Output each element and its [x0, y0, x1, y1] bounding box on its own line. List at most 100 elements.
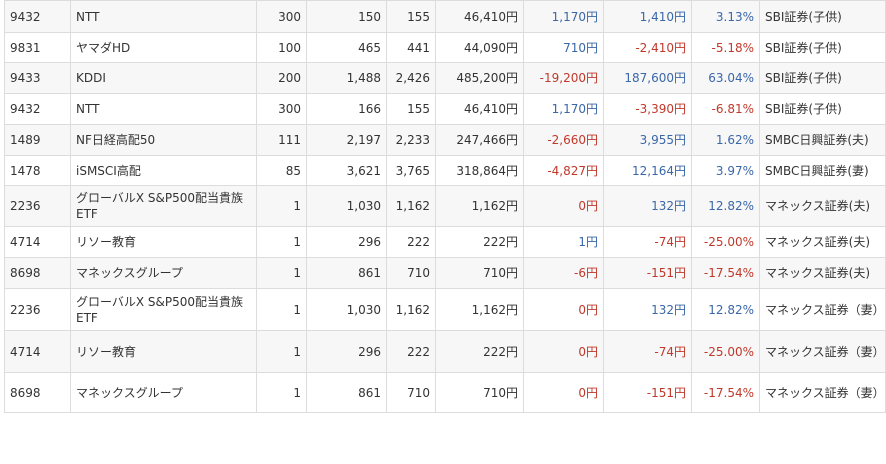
quantity-cell: 300	[256, 0, 307, 33]
profit-loss-rate-cell: -17.54%	[691, 372, 760, 413]
market-value-cell: 1,162円	[435, 288, 524, 331]
table-row: 9432 NTT 300 166 155 46,410円 1,170円 -3,390円 -6.8…	[4, 93, 886, 125]
quantity-cell: 1	[256, 185, 307, 227]
current-price-cell: 1,162	[386, 185, 436, 227]
account-cell: マネックス証券（妻）	[759, 372, 886, 413]
profit-loss-rate-cell: -25.00%	[691, 226, 760, 258]
stock-name-cell: グローバルX S&P500配当貴族ETF	[70, 288, 257, 331]
day-change-cell: 0円	[523, 330, 604, 373]
stock-code-cell: 8698	[4, 257, 71, 289]
day-change-cell: -4,827円	[523, 155, 604, 186]
current-price-cell: 441	[386, 32, 436, 63]
purchase-price-cell: 1,488	[306, 62, 387, 94]
profit-loss-cell: 132円	[603, 185, 692, 227]
day-change-cell: -2,660円	[523, 124, 604, 156]
purchase-price-cell: 166	[306, 93, 387, 125]
purchase-price-cell: 1,030	[306, 185, 387, 227]
table-row: 9432 NTT 300 150 155 46,410円 1,170円 1,410円 3.13%…	[4, 0, 886, 33]
profit-loss-cell: -151円	[603, 372, 692, 413]
profit-loss-rate-cell: -5.18%	[691, 32, 760, 63]
stock-name-cell: KDDI	[70, 62, 257, 94]
current-price-cell: 3,765	[386, 155, 436, 186]
profit-loss-cell: 3,955円	[603, 124, 692, 156]
current-price-cell: 222	[386, 330, 436, 373]
table-row: 4714 リソー教育 1 296 222 222円 0円 -74円 -25.00% マネックス証券…	[4, 330, 886, 373]
account-cell: SBI証券(子供)	[759, 32, 886, 63]
profit-loss-rate-cell: -6.81%	[691, 93, 760, 125]
account-cell: マネックス証券(夫)	[759, 226, 886, 258]
profit-loss-rate-cell: 3.97%	[691, 155, 760, 186]
day-change-cell: -19,200円	[523, 62, 604, 94]
market-value-cell: 46,410円	[435, 0, 524, 33]
market-value-cell: 318,864円	[435, 155, 524, 186]
holdings-table: 9432 NTT 300 150 155 46,410円 1,170円 1,410円 3.13%…	[4, 0, 886, 413]
stock-name-cell: NTT	[70, 0, 257, 33]
profit-loss-rate-cell: 1.62%	[691, 124, 760, 156]
account-cell: SMBC日興証券(夫)	[759, 124, 886, 156]
stock-name-cell: リソー教育	[70, 330, 257, 373]
quantity-cell: 300	[256, 93, 307, 125]
profit-loss-rate-cell: -25.00%	[691, 330, 760, 373]
quantity-cell: 111	[256, 124, 307, 156]
table-row: 9831 ヤマダHD 100 465 441 44,090円 710円 -2,410円 -5.1…	[4, 32, 886, 63]
stock-name-cell: グローバルX S&P500配当貴族ETF	[70, 185, 257, 227]
market-value-cell: 222円	[435, 226, 524, 258]
stock-code-cell: 9432	[4, 93, 71, 125]
day-change-cell: 0円	[523, 288, 604, 331]
day-change-cell: 0円	[523, 372, 604, 413]
day-change-cell: 710円	[523, 32, 604, 63]
table-row: 1478 iSMSCI高配 85 3,621 3,765 318,864円 -4,827円 1…	[4, 155, 886, 186]
profit-loss-rate-cell: -17.54%	[691, 257, 760, 289]
profit-loss-cell: 187,600円	[603, 62, 692, 94]
stock-code-cell: 9433	[4, 62, 71, 94]
profit-loss-cell: -2,410円	[603, 32, 692, 63]
day-change-cell: 1円	[523, 226, 604, 258]
purchase-price-cell: 296	[306, 330, 387, 373]
current-price-cell: 710	[386, 257, 436, 289]
account-cell: マネックス証券(夫)	[759, 185, 886, 227]
stock-name-cell: リソー教育	[70, 226, 257, 258]
stock-name-cell: マネックスグループ	[70, 372, 257, 413]
table-row: 2236 グローバルX S&P500配当貴族ETF 1 1,030 1,162 1,162…	[4, 288, 886, 331]
stock-name-cell: ヤマダHD	[70, 32, 257, 63]
stock-code-cell: 9432	[4, 0, 71, 33]
profit-loss-rate-cell: 12.82%	[691, 288, 760, 331]
stock-code-cell: 4714	[4, 226, 71, 258]
profit-loss-cell: 1,410円	[603, 0, 692, 33]
profit-loss-rate-cell: 3.13%	[691, 0, 760, 33]
current-price-cell: 710	[386, 372, 436, 413]
quantity-cell: 100	[256, 32, 307, 63]
current-price-cell: 222	[386, 226, 436, 258]
current-price-cell: 1,162	[386, 288, 436, 331]
profit-loss-cell: -3,390円	[603, 93, 692, 125]
current-price-cell: 2,426	[386, 62, 436, 94]
current-price-cell: 155	[386, 0, 436, 33]
current-price-cell: 2,233	[386, 124, 436, 156]
market-value-cell: 710円	[435, 372, 524, 413]
table-row: 8698 マネックスグループ 1 861 710 710円 0円 -151円 -17.54% マネ…	[4, 372, 886, 413]
purchase-price-cell: 150	[306, 0, 387, 33]
stock-code-cell: 1478	[4, 155, 71, 186]
stock-code-cell: 2236	[4, 288, 71, 331]
account-cell: SBI証券(子供)	[759, 62, 886, 94]
stock-name-cell: マネックスグループ	[70, 257, 257, 289]
account-cell: SMBC日興証券(妻)	[759, 155, 886, 186]
profit-loss-cell: -74円	[603, 226, 692, 258]
current-price-cell: 155	[386, 93, 436, 125]
market-value-cell: 247,466円	[435, 124, 524, 156]
purchase-price-cell: 296	[306, 226, 387, 258]
purchase-price-cell: 3,621	[306, 155, 387, 186]
table-row: 9433 KDDI 200 1,488 2,426 485,200円 -19,200円 187…	[4, 62, 886, 94]
stock-code-cell: 1489	[4, 124, 71, 156]
account-cell: マネックス証券(夫)	[759, 257, 886, 289]
quantity-cell: 1	[256, 330, 307, 373]
profit-loss-cell: -151円	[603, 257, 692, 289]
account-cell: マネックス証券（妻）	[759, 288, 886, 331]
market-value-cell: 485,200円	[435, 62, 524, 94]
purchase-price-cell: 861	[306, 257, 387, 289]
purchase-price-cell: 465	[306, 32, 387, 63]
purchase-price-cell: 2,197	[306, 124, 387, 156]
profit-loss-rate-cell: 12.82%	[691, 185, 760, 227]
table-row: 2236 グローバルX S&P500配当貴族ETF 1 1,030 1,162 1,162…	[4, 185, 886, 227]
day-change-cell: 1,170円	[523, 0, 604, 33]
